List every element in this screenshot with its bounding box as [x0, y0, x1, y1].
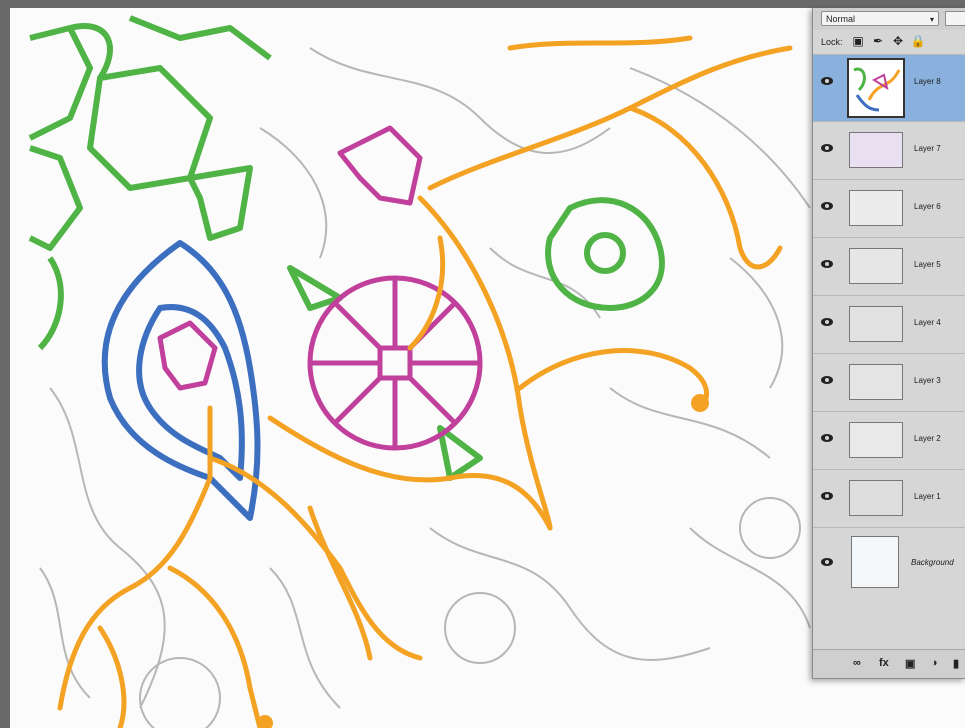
layer-thumbnail: [847, 58, 905, 118]
blend-mode-value: Normal: [826, 14, 856, 24]
layer-row-6[interactable]: Layer 6: [813, 179, 965, 237]
layer-name: Layer 5: [914, 260, 941, 269]
layer-row-7[interactable]: Layer 7: [813, 121, 965, 179]
panel-footer: ∞ fx ▣ ◑ ▮: [813, 649, 965, 678]
layer-row-background[interactable]: Background: [813, 527, 965, 598]
lock-icon[interactable]: 🔒: [911, 34, 926, 48]
layer-row-1[interactable]: Layer 1: [813, 469, 965, 527]
group-icon[interactable]: ▮: [953, 657, 959, 670]
layer-thumbnail: [849, 306, 903, 342]
layer-thumbnail: [849, 132, 903, 168]
adjustment-icon[interactable]: ◑: [931, 657, 938, 669]
layer-name: Layer 3: [914, 376, 941, 385]
layer-name: Layer 1: [914, 492, 941, 501]
lock-label: Lock:: [821, 37, 843, 47]
chevron-down-icon: ▾: [929, 15, 934, 24]
eye-icon[interactable]: [821, 77, 833, 85]
lock-pixels-icon[interactable]: ▣: [851, 34, 865, 48]
layer-thumbnail: [849, 364, 903, 400]
layer-name: Background: [911, 558, 954, 567]
layer-row-5[interactable]: Layer 5: [813, 237, 965, 295]
layer-thumbnail: [851, 536, 899, 588]
layer-name: Layer 7: [914, 144, 941, 153]
layer-row-3[interactable]: Layer 3: [813, 353, 965, 411]
eye-icon[interactable]: [821, 434, 833, 442]
lock-row: Lock: ▣ ✒ ✥ 🔒: [813, 30, 965, 54]
layer-name: Layer 8: [914, 77, 941, 86]
layers-panel: Normal ▾ Lock: ▣ ✒ ✥ 🔒 Layer 8 Layer 7 L…: [812, 8, 965, 679]
layer-thumbnail: [849, 422, 903, 458]
layer-name: Layer 2: [914, 434, 941, 443]
eye-icon[interactable]: [821, 318, 833, 326]
link-icon[interactable]: ∞: [853, 657, 861, 669]
eye-icon[interactable]: [821, 376, 833, 384]
move-icon[interactable]: ✥: [891, 34, 905, 48]
mask-icon[interactable]: ▣: [905, 657, 915, 670]
layer-thumbnail: [849, 248, 903, 284]
layer-row-8[interactable]: Layer 8: [813, 54, 965, 121]
opacity-field[interactable]: [945, 11, 965, 26]
eye-icon[interactable]: [821, 558, 833, 566]
eye-icon[interactable]: [821, 260, 833, 268]
eye-icon[interactable]: [821, 492, 833, 500]
layer-thumbnail: [849, 190, 903, 226]
panel-top-bar: Normal ▾: [813, 8, 965, 30]
blend-mode-select[interactable]: Normal ▾: [821, 11, 939, 26]
layer-name: Layer 4: [914, 318, 941, 327]
layer-thumbnail: [849, 480, 903, 516]
eye-icon[interactable]: [821, 202, 833, 210]
layer-row-2[interactable]: Layer 2: [813, 411, 965, 469]
layer-name: Layer 6: [914, 202, 941, 211]
fx-icon[interactable]: fx: [879, 657, 889, 669]
eye-icon[interactable]: [821, 144, 833, 152]
brush-icon[interactable]: ✒: [871, 34, 885, 48]
layer-row-4[interactable]: Layer 4: [813, 295, 965, 353]
